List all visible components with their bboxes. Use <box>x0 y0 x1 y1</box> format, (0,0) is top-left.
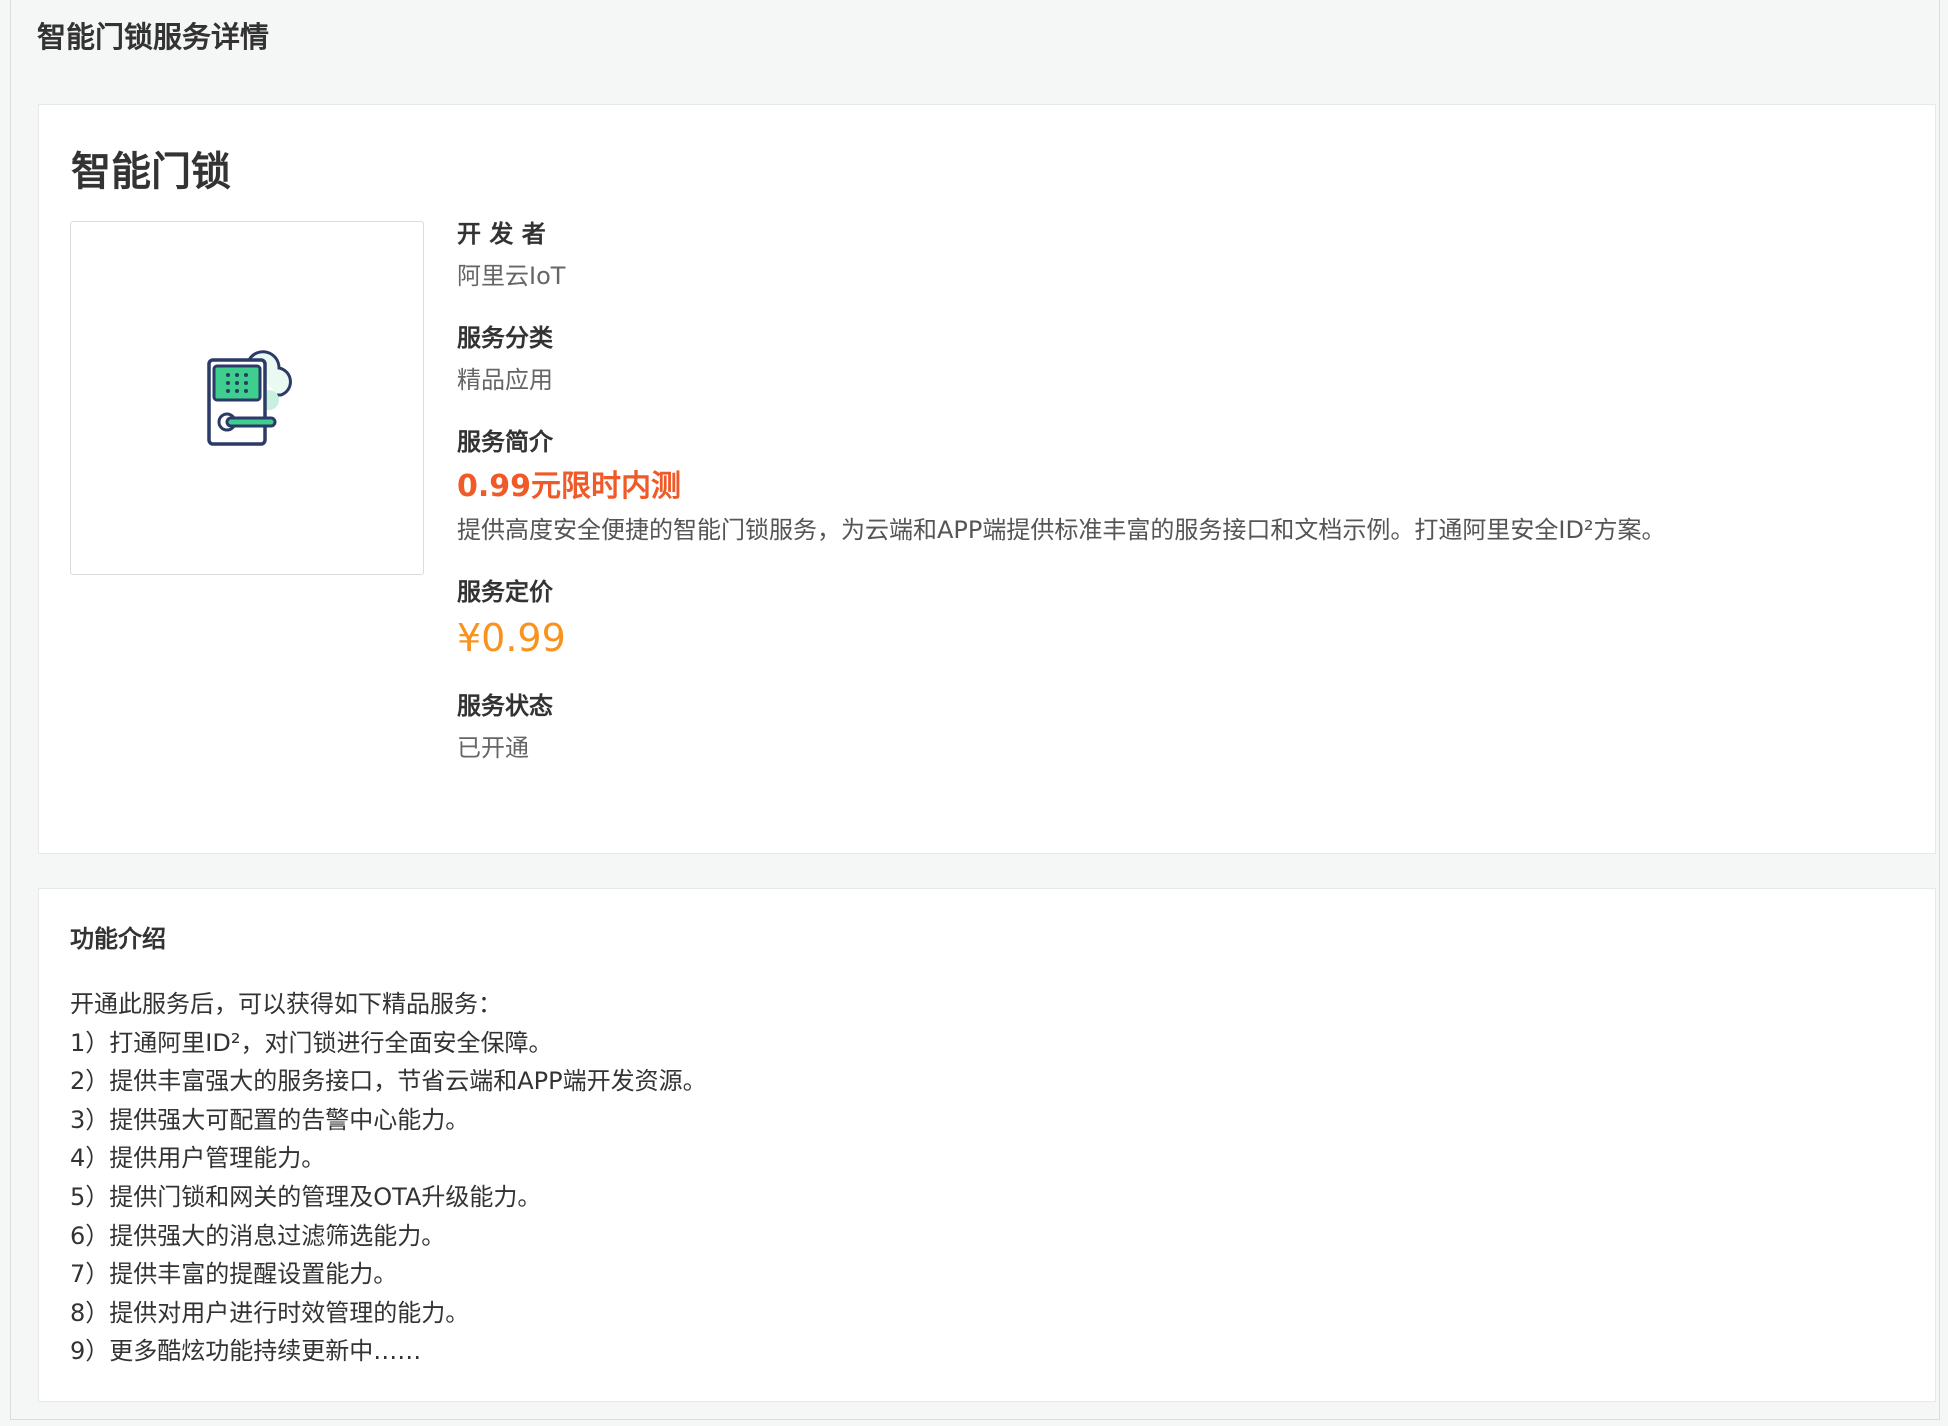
features-list: 开通此服务后，可以获得如下精品服务： 1）打通阿里ID²，对门锁进行全面安全保障… <box>70 985 707 1371</box>
price-value: ¥0.99 <box>457 616 566 660</box>
category-value: 精品应用 <box>457 366 553 394</box>
feature-item: 8）提供对用户进行时效管理的能力。 <box>70 1298 470 1327</box>
service-overview-card: 智能门锁 开 发 者 阿里云IoT 服务分类 精品应用 服务简介 0.99元限时… <box>38 104 1936 854</box>
category-label: 服务分类 <box>457 324 553 352</box>
page-frame: 智能门锁服务详情 智能门锁 开 发 者 阿里云IoT 服务分类 精品应用 服务简… <box>10 0 1940 1420</box>
feature-item: 2）提供丰富强大的服务接口，节省云端和APP端开发资源。 <box>70 1067 707 1096</box>
service-logo <box>70 221 424 575</box>
intro-text: 提供高度安全便捷的智能门锁服务，为云端和APP端提供标准丰富的服务接口和文档示例… <box>457 516 1666 544</box>
smart-lock-icon <box>207 350 292 446</box>
intro-group: 服务简介 0.99元限时内测 提供高度安全便捷的智能门锁服务，为云端和APP端提… <box>457 425 1897 547</box>
features-card: 功能介绍 开通此服务后，可以获得如下精品服务： 1）打通阿里ID²，对门锁进行全… <box>38 888 1936 1402</box>
page-title: 智能门锁服务详情 <box>37 20 270 54</box>
feature-item: 1）打通阿里ID²，对门锁进行全面安全保障。 <box>70 1028 553 1057</box>
feature-item: 7）提供丰富的提醒设置能力。 <box>70 1260 398 1289</box>
features-title: 功能介绍 <box>70 925 166 953</box>
category-group: 服务分类 精品应用 <box>457 321 1897 397</box>
status-label: 服务状态 <box>457 692 553 720</box>
feature-item: 6）提供强大的消息过滤筛选能力。 <box>70 1221 446 1250</box>
price-group: 服务定价 ¥0.99 <box>457 575 1897 661</box>
intro-label: 服务简介 <box>457 428 553 456</box>
feature-item: 3）提供强大可配置的告警中心能力。 <box>70 1105 470 1134</box>
service-info: 开 发 者 阿里云IoT 服务分类 精品应用 服务简介 0.99元限时内测 提供… <box>457 217 1897 793</box>
developer-value: 阿里云IoT <box>457 262 566 290</box>
features-intro: 开通此服务后，可以获得如下精品服务： <box>70 990 502 1018</box>
status-group: 服务状态 已开通 <box>457 689 1897 765</box>
developer-label: 开 发 者 <box>457 220 546 248</box>
feature-item: 9）更多酷炫功能持续更新中…… <box>70 1337 422 1366</box>
feature-item: 4）提供用户管理能力。 <box>70 1144 326 1173</box>
status-value: 已开通 <box>457 734 529 762</box>
service-name: 智能门锁 <box>71 149 231 195</box>
price-label: 服务定价 <box>457 578 553 606</box>
developer-group: 开 发 者 阿里云IoT <box>457 217 1897 293</box>
feature-item: 5）提供门锁和网关的管理及OTA升级能力。 <box>70 1182 542 1211</box>
intro-promo: 0.99元限时内测 <box>457 469 682 504</box>
